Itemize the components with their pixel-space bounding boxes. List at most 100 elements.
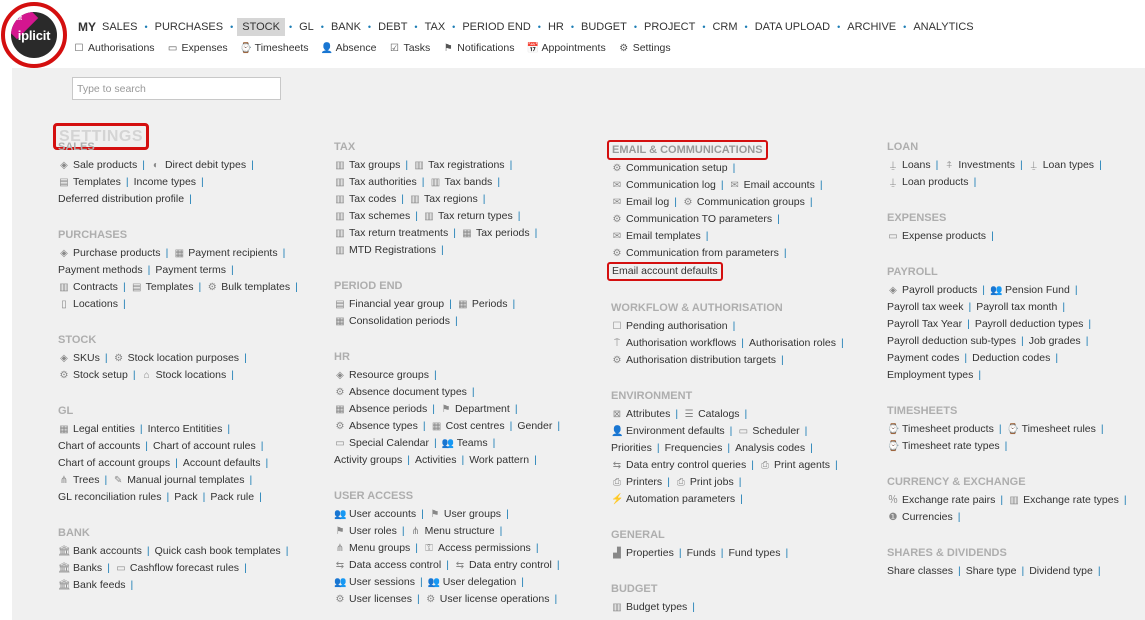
link-investments[interactable]: ⍏ Investments xyxy=(943,159,1015,171)
subnav-appointments[interactable]: 📅 Appointments xyxy=(526,42,605,54)
link-timesheet-rate-types[interactable]: ⌚ Timesheet rate types xyxy=(887,440,1000,452)
link-tax-return-treatments[interactable]: ▥ Tax return treatments xyxy=(334,227,448,239)
subnav-settings[interactable]: ⚙ Settings xyxy=(618,42,670,54)
link-budget-types[interactable]: ▥ Budget types xyxy=(611,601,687,613)
app-logo[interactable]: ait iplicit xyxy=(11,12,57,58)
link-payment-recipients[interactable]: ▦ Payment recipients xyxy=(173,247,278,259)
link-funds[interactable]: Funds xyxy=(687,547,716,559)
link-job-grades[interactable]: Job grades xyxy=(1029,335,1081,347)
link-tax-regions[interactable]: ▥ Tax regions xyxy=(409,193,477,205)
subnav-tasks[interactable]: ☑ Tasks xyxy=(388,42,430,54)
link-income-types[interactable]: Income types xyxy=(134,176,196,188)
link-quick-cash-book-templates[interactable]: Quick cash book templates xyxy=(155,545,281,557)
link-loans[interactable]: ⍊ Loans xyxy=(887,159,931,171)
link-resource-groups[interactable]: ◈ Resource groups xyxy=(334,369,429,381)
link-purchase-products[interactable]: ◈ Purchase products xyxy=(58,247,160,259)
link-loan-types[interactable]: ⍊ Loan types xyxy=(1028,159,1094,171)
link-pension-fund[interactable]: 👥 Pension Fund xyxy=(990,284,1070,296)
link-interco-entitities[interactable]: Interco Entitities xyxy=(148,423,223,435)
link-bulk-templates[interactable]: ⚙ Bulk templates xyxy=(206,281,290,293)
subnav-authorisations[interactable]: ☐ Authorisations xyxy=(73,42,155,54)
link-print-jobs[interactable]: ⎙ Print jobs xyxy=(675,476,734,488)
link-authorisation-roles[interactable]: Authorisation roles xyxy=(749,337,836,349)
nav-archive[interactable]: ARCHIVE xyxy=(844,19,899,35)
link-activities[interactable]: Activities xyxy=(415,454,456,466)
link-stock-locations[interactable]: ⌂ Stock locations xyxy=(141,369,227,381)
subnav-absence[interactable]: 👤 Absence xyxy=(321,42,377,54)
link-trees[interactable]: ⋔ Trees xyxy=(58,474,100,486)
link-pending-authorisation[interactable]: ☐ Pending authorisation xyxy=(611,320,728,332)
link-consolidation-periods[interactable]: ▦ Consolidation periods xyxy=(334,315,450,327)
link-banks[interactable]: 🏛 Banks xyxy=(58,562,102,574)
link-deduction-codes[interactable]: Deduction codes xyxy=(972,352,1050,364)
nav-analytics[interactable]: ANALYTICS xyxy=(910,19,976,35)
link-payroll-tax-year[interactable]: Payroll Tax Year xyxy=(887,318,962,330)
link-payroll-tax-month[interactable]: Payroll tax month xyxy=(976,301,1057,313)
nav-bank[interactable]: BANK xyxy=(328,19,364,35)
link-cashflow-forecast-rules[interactable]: ▭ Cashflow forecast rules xyxy=(115,562,239,574)
nav-sales[interactable]: SALES xyxy=(99,19,140,35)
link-email-account-defaults[interactable]: Email account defaults xyxy=(607,262,723,281)
link-loan-products[interactable]: ⍊ Loan products xyxy=(887,176,969,188)
link-absence-document-types[interactable]: ⚙ Absence document types xyxy=(334,386,467,398)
link-gl-reconciliation-rules[interactable]: GL reconciliation rules xyxy=(58,491,162,503)
link-timesheet-rules[interactable]: ⌚ Timesheet rules xyxy=(1007,423,1096,435)
link-user-roles[interactable]: ⚑ User roles xyxy=(334,525,397,537)
link-tax-bands[interactable]: ▥ Tax bands xyxy=(429,176,493,188)
link-tax-return-types[interactable]: ▥ Tax return types xyxy=(423,210,512,222)
link-direct-debit-types[interactable]: ◐ Direct debit types xyxy=(150,159,246,171)
link-exchange-rate-types[interactable]: ▥ Exchange rate types xyxy=(1008,494,1118,506)
link-menu-groups[interactable]: ⋔ Menu groups xyxy=(334,542,411,554)
link-attributes[interactable]: ⊠ Attributes xyxy=(611,408,671,420)
link-expense-products[interactable]: ▭ Expense products xyxy=(887,230,986,242)
subnav-timesheets[interactable]: ⌚ Timesheets xyxy=(240,42,309,54)
link-catalogs[interactable]: ☰ Catalogs xyxy=(683,408,740,420)
link-teams[interactable]: 👥 Teams xyxy=(442,437,488,449)
link-user-license-operations[interactable]: ⚙ User license operations xyxy=(425,593,549,605)
link-communication-groups[interactable]: ⚙ Communication groups xyxy=(682,196,804,208)
link-activity-groups[interactable]: Activity groups xyxy=(334,454,402,466)
link-locations[interactable]: ▯ Locations xyxy=(58,298,118,310)
link-tax-periods[interactable]: ▦ Tax periods xyxy=(461,227,529,239)
link-dividend-type[interactable]: Dividend type xyxy=(1029,565,1093,577)
link-exchange-rate-pairs[interactable]: ％ Exchange rate pairs xyxy=(887,494,995,506)
link-tax-groups[interactable]: ▥ Tax groups xyxy=(334,159,400,171)
link-user-sessions[interactable]: 👥 User sessions xyxy=(334,576,415,588)
link-templates[interactable]: ▤ Templates xyxy=(58,176,121,188)
nav-hr[interactable]: HR xyxy=(545,19,567,35)
link-email-log[interactable]: ✉ Email log xyxy=(611,196,669,208)
nav-my[interactable]: MY xyxy=(75,18,99,36)
link-environment-defaults[interactable]: 👤 Environment defaults xyxy=(611,425,725,437)
link-stock-location-purposes[interactable]: ⚙ Stock location purposes xyxy=(113,352,239,364)
link-skus[interactable]: ◈ SKUs xyxy=(58,352,100,364)
link-payment-terms[interactable]: Payment terms xyxy=(155,264,226,276)
link-frequencies[interactable]: Frequencies xyxy=(665,442,723,454)
link-payroll-tax-week[interactable]: Payroll tax week xyxy=(887,301,963,313)
link-chart-of-account-rules[interactable]: Chart of account rules xyxy=(153,440,256,452)
link-authorisation-distribution-targets[interactable]: ⚙ Authorisation distribution targets xyxy=(611,354,776,366)
link-absence-types[interactable]: ⚙ Absence types xyxy=(334,420,418,432)
link-data-access-control[interactable]: ⇆ Data access control xyxy=(334,559,441,571)
search-input[interactable] xyxy=(72,77,281,100)
nav-project[interactable]: PROJECT xyxy=(641,19,698,35)
link-menu-structure[interactable]: ⋔ Menu structure xyxy=(410,525,494,537)
nav-tax[interactable]: TAX xyxy=(422,19,449,35)
link-sale-products[interactable]: ◈ Sale products xyxy=(58,159,137,171)
link-payroll-deduction-types[interactable]: Payroll deduction types xyxy=(975,318,1084,330)
nav-period-end[interactable]: PERIOD END xyxy=(459,19,533,35)
link-chart-of-accounts[interactable]: Chart of accounts xyxy=(58,440,140,452)
link-department[interactable]: ⚑ Department xyxy=(440,403,509,415)
link-pack[interactable]: Pack xyxy=(174,491,197,503)
link-stock-setup[interactable]: ⚙ Stock setup xyxy=(58,369,128,381)
link-data-entry-control-queries[interactable]: ⇆ Data entry control queries xyxy=(611,459,746,471)
link-manual-journal-templates[interactable]: ✎ Manual journal templates xyxy=(112,474,245,486)
link-currencies[interactable]: ❶ Currencies xyxy=(887,511,953,523)
link-gender[interactable]: Gender xyxy=(517,420,552,432)
link-automation-parameters[interactable]: ⚡ Automation parameters xyxy=(611,493,735,505)
link-print-agents[interactable]: ⎙ Print agents xyxy=(759,459,830,471)
link-payment-methods[interactable]: Payment methods xyxy=(58,264,143,276)
link-timesheet-products[interactable]: ⌚ Timesheet products xyxy=(887,423,994,435)
link-communication-log[interactable]: ✉ Communication log xyxy=(611,179,716,191)
link-employment-types[interactable]: Employment types xyxy=(887,369,973,381)
link-tax-schemes[interactable]: ▥ Tax schemes xyxy=(334,210,410,222)
